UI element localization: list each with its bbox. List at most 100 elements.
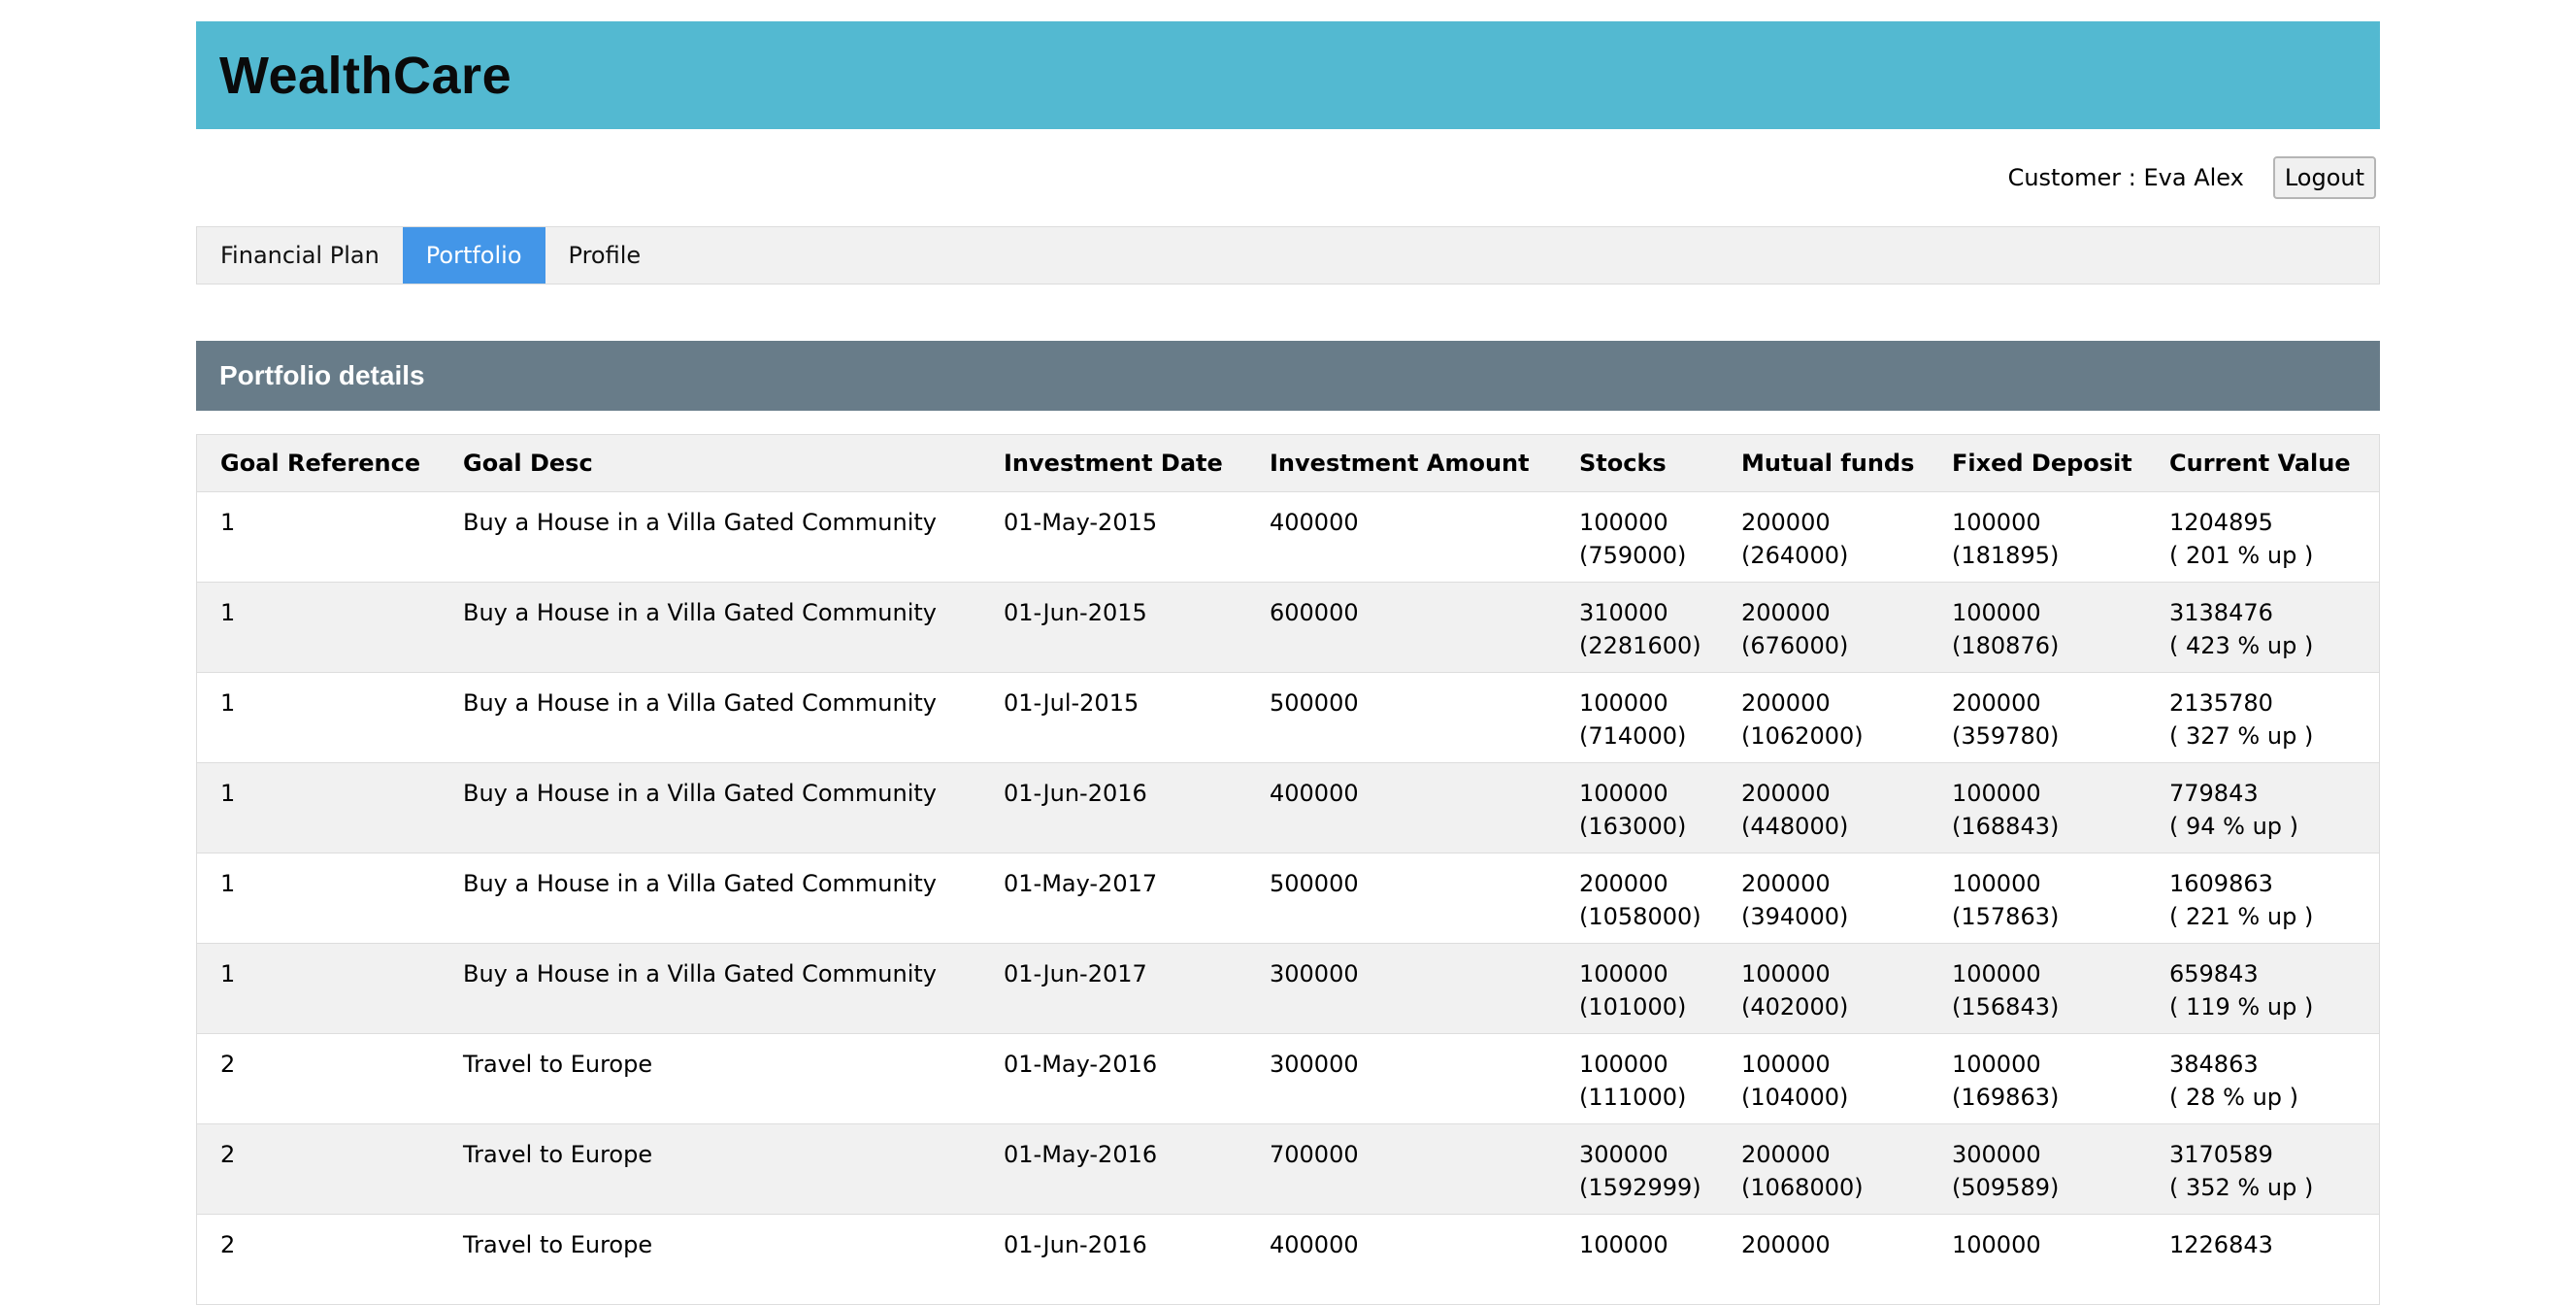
cell-goal-reference: 1 (197, 943, 440, 1034)
cell-goal-desc-primary: Travel to Europe (463, 1231, 653, 1258)
table-header-row: Goal Reference Goal Desc Investment Date… (197, 435, 2379, 492)
cell-fixed-deposit: 100000 (169863) (1929, 1033, 2146, 1124)
cell-goal-desc: Travel to Europe (440, 1214, 980, 1305)
cell-goal-desc: Buy a House in a Villa Gated Community (440, 491, 980, 583)
cell-mutual-funds: 200000 (264000) (1718, 491, 1929, 583)
cell-current-value-primary: 1609863 (2169, 870, 2273, 897)
cell-investment-amount: 500000 (1246, 672, 1556, 763)
cell-goal-reference-primary: 1 (220, 780, 236, 807)
cell-mutual-funds-secondary: (448000) (1741, 813, 1849, 840)
cell-fixed-deposit-primary: 100000 (1952, 1231, 2041, 1258)
cell-goal-reference-primary: 1 (220, 689, 236, 717)
column-header-mutual-funds: Mutual funds (1718, 435, 1929, 492)
cell-mutual-funds-secondary: (402000) (1741, 993, 1849, 1021)
header-banner: WealthCare (196, 21, 2380, 129)
column-header-investment-date: Investment Date (980, 435, 1246, 492)
cell-investment-amount-primary: 400000 (1270, 780, 1359, 807)
cell-investment-amount: 700000 (1246, 1123, 1556, 1215)
cell-mutual-funds-primary: 100000 (1741, 960, 1831, 987)
cell-current-value-secondary: ( 221 % up ) (2169, 903, 2314, 930)
table-row: 1 Buy a House in a Villa Gated Community 0… (197, 491, 2379, 583)
cell-current-value-secondary: ( 28 % up ) (2169, 1084, 2299, 1111)
cell-mutual-funds-secondary: (1068000) (1741, 1174, 1864, 1201)
cell-current-value: 659843 ( 119 % up ) (2146, 943, 2379, 1034)
cell-current-value-secondary: ( 119 % up ) (2169, 993, 2314, 1021)
cell-stocks-primary: 100000 (1579, 509, 1668, 536)
cell-investment-date: 01-Jun-2015 (980, 582, 1246, 673)
cell-fixed-deposit-primary: 100000 (1952, 509, 2041, 536)
cell-stocks-primary: 100000 (1579, 1231, 1668, 1258)
table-row: 1 Buy a House in a Villa Gated Community 0… (197, 853, 2379, 944)
cell-investment-date-primary: 01-May-2017 (1004, 870, 1158, 897)
table-row: 2 Travel to Europe 01-Jun-2016 400000 100000… (197, 1214, 2379, 1305)
tab-portfolio[interactable]: Portfolio (402, 227, 545, 284)
cell-stocks: 200000 (1058000) (1556, 853, 1718, 944)
cell-stocks: 100000 (163000) (1556, 762, 1718, 853)
column-header-goal-desc: Goal Desc (440, 435, 980, 492)
cell-mutual-funds-primary: 200000 (1741, 780, 1831, 807)
cell-stocks: 310000 (2281600) (1556, 582, 1718, 673)
table-row: 1 Buy a House in a Villa Gated Community 0… (197, 582, 2379, 673)
cell-stocks-secondary: (714000) (1579, 722, 1687, 750)
nav-tabs: Financial Plan Portfolio Profile (196, 226, 2380, 284)
logout-button[interactable]: Logout (2272, 156, 2376, 199)
cell-goal-desc-primary: Travel to Europe (463, 1051, 653, 1078)
cell-mutual-funds-secondary: (394000) (1741, 903, 1849, 930)
cell-mutual-funds: 200000 (676000) (1718, 582, 1929, 673)
cell-current-value-secondary: ( 352 % up ) (2169, 1174, 2314, 1201)
cell-stocks-secondary: (2281600) (1579, 632, 1701, 659)
cell-investment-amount-primary: 500000 (1270, 870, 1359, 897)
tab-financial-plan[interactable]: Financial Plan (197, 227, 403, 284)
cell-goal-reference: 1 (197, 672, 440, 763)
cell-stocks: 100000 (1556, 1214, 1718, 1305)
cell-fixed-deposit: 100000 (168843) (1929, 762, 2146, 853)
cell-mutual-funds-primary: 200000 (1741, 599, 1831, 626)
column-header-stocks: Stocks (1556, 435, 1718, 492)
cell-stocks: 100000 (759000) (1556, 491, 1718, 583)
cell-goal-desc: Buy a House in a Villa Gated Community (440, 943, 980, 1034)
column-header-fixed-deposit: Fixed Deposit (1929, 435, 2146, 492)
cell-current-value-primary: 2135780 (2169, 689, 2273, 717)
cell-goal-reference: 2 (197, 1033, 440, 1124)
table-row: 2 Travel to Europe 01-May-2016 700000 300000… (197, 1123, 2379, 1215)
cell-investment-amount-primary: 500000 (1270, 689, 1359, 717)
cell-goal-desc: Travel to Europe (440, 1033, 980, 1124)
cell-goal-desc: Buy a House in a Villa Gated Community (440, 853, 980, 944)
cell-fixed-deposit-primary: 200000 (1952, 689, 2041, 717)
cell-fixed-deposit: 200000 (359780) (1929, 672, 2146, 763)
cell-investment-amount-primary: 400000 (1270, 1231, 1359, 1258)
cell-investment-date: 01-May-2016 (980, 1033, 1246, 1124)
cell-goal-reference-primary: 1 (220, 870, 236, 897)
cell-investment-amount-primary: 300000 (1270, 1051, 1359, 1078)
cell-fixed-deposit-primary: 100000 (1952, 1051, 2041, 1078)
cell-fixed-deposit-secondary: (156843) (1952, 993, 2060, 1021)
cell-goal-reference-primary: 1 (220, 509, 236, 536)
cell-current-value-secondary: ( 201 % up ) (2169, 542, 2314, 569)
cell-stocks-secondary: (111000) (1579, 1084, 1687, 1111)
cell-investment-date-primary: 01-May-2016 (1004, 1051, 1158, 1078)
column-header-goal-reference: Goal Reference (197, 435, 440, 492)
cell-investment-amount: 600000 (1246, 582, 1556, 673)
cell-stocks: 100000 (111000) (1556, 1033, 1718, 1124)
cell-mutual-funds-primary: 200000 (1741, 1231, 1831, 1258)
cell-stocks-primary: 100000 (1579, 1051, 1668, 1078)
cell-goal-desc-primary: Buy a House in a Villa Gated Community (463, 960, 938, 987)
cell-goal-desc-primary: Buy a House in a Villa Gated Community (463, 870, 938, 897)
tab-profile[interactable]: Profile (545, 227, 665, 284)
cell-stocks-secondary: (101000) (1579, 993, 1687, 1021)
brand-logo: WealthCare (219, 46, 512, 105)
table-row: 2 Travel to Europe 01-May-2016 300000 100000… (197, 1033, 2379, 1124)
cell-fixed-deposit-secondary: (169863) (1952, 1084, 2060, 1111)
cell-mutual-funds-primary: 100000 (1741, 1051, 1831, 1078)
cell-investment-date: 01-Jun-2016 (980, 762, 1246, 853)
cell-investment-date-primary: 01-Jun-2016 (1004, 780, 1147, 807)
cell-mutual-funds-primary: 200000 (1741, 689, 1831, 717)
cell-current-value-primary: 1226843 (2169, 1231, 2273, 1258)
cell-investment-date: 01-May-2016 (980, 1123, 1246, 1215)
cell-investment-date: 01-Jun-2016 (980, 1214, 1246, 1305)
cell-goal-desc: Buy a House in a Villa Gated Community (440, 762, 980, 853)
cell-current-value-secondary: ( 423 % up ) (2169, 632, 2314, 659)
cell-stocks-secondary: (759000) (1579, 542, 1687, 569)
cell-fixed-deposit-secondary: (168843) (1952, 813, 2060, 840)
cell-stocks: 300000 (1592999) (1556, 1123, 1718, 1215)
